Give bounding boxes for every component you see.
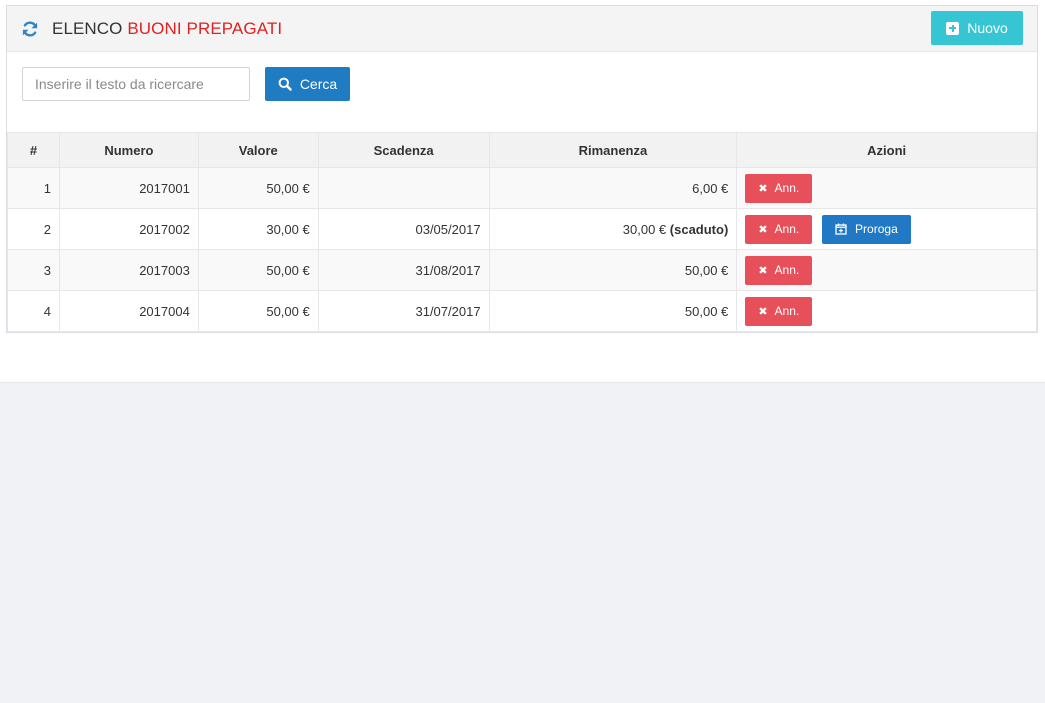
extend-button-label: Proroga	[855, 222, 898, 236]
cell-scadenza: 03/05/2017	[317, 208, 490, 250]
cell-rimanenza: 50,00 €	[488, 290, 738, 332]
cell-rimanenza: 30,00 € (scaduto)	[488, 208, 738, 250]
rimanenza-value: 50,00 €	[684, 303, 729, 319]
cell-index: 3	[7, 249, 60, 291]
cell-numero: 2017001	[58, 167, 199, 209]
cancel-button[interactable]: ✖ Ann.	[745, 214, 813, 244]
search-button[interactable]: Cerca	[265, 67, 350, 101]
search-button-label: Cerca	[299, 76, 338, 92]
vouchers-table: # Numero Valore Scadenza Rimanenza Azion…	[7, 132, 1037, 332]
new-button-label: Nuovo	[967, 20, 1008, 36]
expired-label: (scaduto)	[669, 221, 729, 237]
table-row: 2 2017002 30,00 € 03/05/2017 30,00 € (sc…	[7, 208, 1037, 250]
extend-button[interactable]: Proroga	[821, 214, 911, 244]
portlet-header: ELENCO BUONI PREPAGATI Nuovo	[7, 6, 1037, 52]
cell-rimanenza: 6,00 €	[488, 167, 738, 209]
cancel-button[interactable]: ✖ Ann.	[745, 255, 813, 285]
cell-valore: 50,00 €	[197, 249, 319, 291]
page-title-accent: BUONI PREPAGATI	[127, 19, 283, 38]
cell-valore: 30,00 €	[197, 208, 319, 250]
column-header-valore: Valore	[197, 132, 319, 168]
rimanenza-value: 6,00 €	[692, 180, 729, 196]
cell-scadenza	[317, 167, 490, 209]
cell-scadenza: 31/08/2017	[317, 249, 490, 291]
column-header-scadenza: Scadenza	[317, 132, 490, 168]
page-title-main: ELENCO	[52, 19, 123, 38]
page-title: ELENCO BUONI PREPAGATI	[52, 19, 282, 39]
new-button[interactable]: Nuovo	[931, 11, 1023, 45]
table-row: 3 2017003 50,00 € 31/08/2017 50,00 € ✖ A…	[7, 249, 1037, 291]
cancel-button-label: Ann.	[774, 181, 800, 195]
close-icon: ✖	[758, 223, 768, 236]
cancel-button-label: Ann.	[774, 263, 800, 277]
cancel-button[interactable]: ✖ Ann.	[745, 296, 813, 326]
calendar-plus-icon	[835, 223, 847, 235]
cell-rimanenza: 50,00 €	[488, 249, 738, 291]
column-header-numero: Numero	[58, 132, 199, 168]
cell-actions: ✖ Ann. Proroga	[736, 208, 1037, 250]
search-icon	[278, 77, 292, 91]
cell-numero: 2017003	[58, 249, 199, 291]
rimanenza-value: 50,00 €	[684, 262, 729, 278]
cell-actions: ✖ Ann.	[736, 167, 1037, 209]
close-icon: ✖	[758, 305, 768, 318]
table-row: 4 2017004 50,00 € 31/07/2017 50,00 € ✖ A…	[7, 290, 1037, 332]
cancel-button-label: Ann.	[774, 222, 800, 236]
vouchers-portlet: ELENCO BUONI PREPAGATI Nuovo Cerca # Num	[6, 5, 1038, 333]
rimanenza-value: 30,00 €	[622, 221, 667, 237]
cell-index: 4	[7, 290, 60, 332]
table-header-row: # Numero Valore Scadenza Rimanenza Azion…	[7, 132, 1037, 168]
cell-numero: 2017004	[58, 290, 199, 332]
table-row: 1 2017001 50,00 € 6,00 € ✖ Ann.	[7, 167, 1037, 209]
close-icon: ✖	[758, 264, 768, 277]
cell-actions: ✖ Ann.	[736, 290, 1037, 332]
cell-scadenza: 31/07/2017	[317, 290, 490, 332]
cell-actions: ✖ Ann.	[736, 249, 1037, 291]
column-header-rimanenza: Rimanenza	[488, 132, 738, 168]
cell-valore: 50,00 €	[197, 290, 319, 332]
cancel-button-label: Ann.	[774, 304, 800, 318]
cell-index: 1	[7, 167, 60, 209]
cell-numero: 2017002	[58, 208, 199, 250]
plus-square-icon	[946, 21, 960, 35]
close-icon: ✖	[758, 182, 768, 195]
cancel-button[interactable]: ✖ Ann.	[745, 173, 813, 203]
column-header-index: #	[7, 132, 60, 168]
cell-index: 2	[7, 208, 60, 250]
column-header-azioni: Azioni	[736, 132, 1037, 168]
search-input[interactable]	[22, 67, 250, 101]
cell-valore: 50,00 €	[197, 167, 319, 209]
refresh-icon[interactable]	[21, 20, 39, 38]
